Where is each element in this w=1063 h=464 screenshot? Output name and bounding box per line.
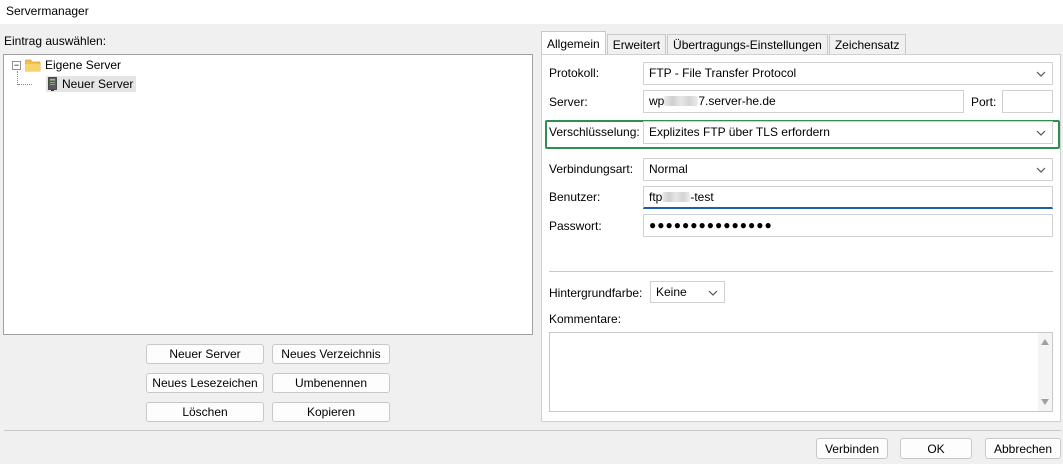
chevron-down-icon xyxy=(708,287,718,297)
logon-type-select[interactable]: Normal xyxy=(643,158,1053,181)
tree-item-own-servers[interactable]: − Eigene Server xyxy=(12,58,121,72)
scroll-up-icon[interactable] xyxy=(1041,339,1049,345)
server-input[interactable]: wp 7.server-he.de xyxy=(643,90,964,113)
tree-line xyxy=(18,84,32,85)
user-label: Benutzer: xyxy=(549,190,601,204)
select-entry-label: Eintrag auswählen: xyxy=(4,34,107,48)
server-prefix: wp xyxy=(649,94,665,108)
settings-tabs: Allgemein Erweitert Übertragungs-Einstel… xyxy=(541,31,907,55)
protocol-select[interactable]: FTP - File Transfer Protocol xyxy=(643,62,1053,85)
port-input[interactable] xyxy=(1002,90,1053,113)
ok-button[interactable]: OK xyxy=(900,438,972,459)
tab-advanced[interactable]: Erweitert xyxy=(606,34,667,55)
section-divider xyxy=(549,271,1053,272)
server-suffix: 7.server-he.de xyxy=(698,94,776,108)
scroll-down-icon[interactable] xyxy=(1041,399,1049,405)
user-suffix: -test xyxy=(690,190,714,204)
server-label: Server: xyxy=(549,95,588,109)
encryption-label: Verschlüsselung: xyxy=(549,125,640,139)
bg-color-value: Keine xyxy=(656,285,687,299)
redacted-blur xyxy=(664,96,699,106)
comments-label: Kommentare: xyxy=(549,312,622,326)
comments-textarea[interactable] xyxy=(549,332,1053,412)
port-label: Port: xyxy=(971,95,997,109)
new-server-button[interactable]: Neuer Server xyxy=(146,344,264,364)
vertical-scrollbar[interactable] xyxy=(1038,333,1052,411)
bg-color-select[interactable]: Keine xyxy=(650,281,725,303)
cancel-button[interactable]: Abbrechen xyxy=(985,438,1061,459)
footer-divider xyxy=(4,430,1061,431)
user-input[interactable]: ftp -test xyxy=(643,186,1053,209)
new-folder-button[interactable]: Neues Verzeichnis xyxy=(272,344,390,364)
tree-item-label: Neuer Server xyxy=(62,77,134,91)
collapse-icon[interactable]: − xyxy=(12,60,21,70)
window-titlebar: Servermanager xyxy=(0,0,1063,24)
user-prefix: ftp xyxy=(649,190,663,204)
encryption-value: Explizites FTP über TLS erfordern xyxy=(649,125,830,139)
password-label: Passwort: xyxy=(549,219,602,233)
password-input[interactable]: ●●●●●●●●●●●●●●● xyxy=(643,214,1053,237)
protocol-value: FTP - File Transfer Protocol xyxy=(649,66,797,80)
chevron-down-icon xyxy=(1036,164,1046,174)
chevron-down-icon xyxy=(1036,68,1046,78)
tab-charset[interactable]: Zeichensatz xyxy=(828,34,906,55)
tree-item-new-server[interactable]: Neuer Server xyxy=(46,76,137,92)
delete-button[interactable]: Löschen xyxy=(146,402,264,422)
copy-button[interactable]: Kopieren xyxy=(272,402,390,422)
chevron-down-icon xyxy=(1036,127,1046,137)
folder-icon xyxy=(24,59,41,72)
server-icon xyxy=(48,77,57,91)
logon-type-label: Verbindungsart: xyxy=(549,162,634,176)
tree-line xyxy=(17,71,18,85)
window-title: Servermanager xyxy=(6,4,89,18)
tab-transfer-settings[interactable]: Übertragungs-Einstellungen xyxy=(667,34,828,55)
password-value: ●●●●●●●●●●●●●●● xyxy=(649,218,773,232)
connect-button[interactable]: Verbinden xyxy=(816,438,888,459)
redacted-blur xyxy=(662,192,691,202)
bg-color-label: Hintergrundfarbe: xyxy=(549,286,643,300)
new-bookmark-button[interactable]: Neues Lesezeichen xyxy=(146,373,264,393)
encryption-select[interactable]: Explizites FTP über TLS erfordern xyxy=(643,121,1053,144)
protocol-label: Protokoll: xyxy=(549,66,600,80)
server-tree[interactable]: − Eigene Server Neuer Server xyxy=(3,54,533,335)
logon-type-value: Normal xyxy=(649,162,688,176)
tab-general[interactable]: Allgemein xyxy=(541,31,606,55)
rename-button[interactable]: Umbenennen xyxy=(272,373,390,393)
tree-item-label: Eigene Server xyxy=(45,58,122,72)
